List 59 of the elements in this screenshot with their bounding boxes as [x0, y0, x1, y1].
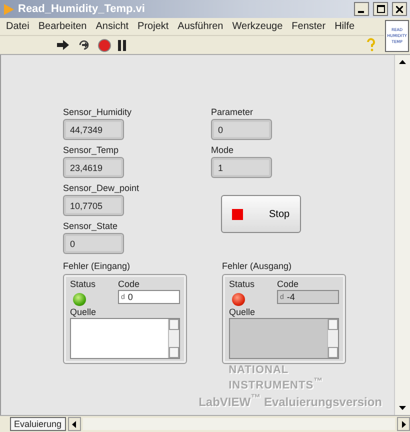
menu-item[interactable]: Bearbeiten	[38, 21, 87, 32]
stop-button[interactable]: Stop	[221, 195, 301, 233]
down-arrow-icon	[399, 406, 406, 410]
watermark-text: INSTRUMENTS$^{™}$	[228, 376, 324, 392]
minimize-button[interactable]	[354, 2, 369, 16]
numeric-indicator: 44,7349	[64, 120, 123, 139]
run-continuously-icon[interactable]	[77, 38, 91, 52]
numeric-indicator: 23,4619	[64, 158, 123, 177]
indicator-label: Sensor_Humidity	[63, 107, 133, 118]
left-arrow-icon	[72, 420, 76, 428]
app-logo-icon	[3, 4, 14, 14]
cluster-label: Fehler (Ausgang)	[222, 261, 293, 272]
run-arrow-icon[interactable]	[56, 39, 70, 51]
menu-item[interactable]: Fenster	[292, 21, 326, 32]
indicator-label: Sensor_State	[63, 221, 119, 232]
menu-item[interactable]: Werkzeuge	[232, 21, 283, 32]
indicator-label: Sensor_Dew_point	[63, 183, 140, 194]
status-led[interactable]	[73, 293, 86, 306]
code-value: 0	[128, 292, 133, 302]
code-label: Code	[118, 279, 141, 288]
stop-square-icon	[232, 208, 243, 220]
abort-icon[interactable]	[98, 38, 111, 52]
status-label: Status	[70, 279, 97, 288]
maximize-button[interactable]	[373, 2, 388, 16]
right-arrow-icon	[402, 420, 406, 428]
watermark-text: NATIONAL	[228, 365, 289, 376]
menu-item[interactable]: Ausführen	[178, 21, 224, 32]
indicator-label: Sensor_Temp	[63, 145, 120, 156]
watermark-text: LabVIEW$^{™}$ Evaluierungsversion	[198, 392, 382, 409]
numeric-indicator: 10,7705	[64, 196, 123, 215]
code-label: Code	[277, 279, 300, 288]
menu-item[interactable]: Ansicht	[96, 21, 129, 32]
scroll-left-button[interactable]	[68, 417, 81, 431]
maximize-icon	[376, 5, 384, 13]
source-label: Quelle	[229, 307, 256, 316]
menu-item[interactable]: Hilfe	[334, 21, 355, 32]
code-value: -4	[286, 292, 295, 302]
bottom-tab[interactable]: Evaluierung	[10, 417, 66, 431]
scrollbar[interactable]	[168, 319, 179, 358]
status-label: Status	[229, 279, 256, 288]
vertical-scrollbar[interactable]	[394, 55, 410, 415]
indicator-label: Parameter	[211, 107, 254, 118]
menu-item[interactable]: Datei	[6, 21, 30, 32]
source-label: Quelle	[70, 307, 98, 316]
source-field[interactable]	[70, 318, 180, 359]
numeric-indicator: 0	[64, 234, 123, 253]
close-icon	[396, 6, 403, 12]
numeric-indicator: 0	[212, 120, 271, 139]
window-title: Read_Humidity_Temp.vi	[18, 3, 146, 15]
scroll-right-button[interactable]	[397, 417, 410, 431]
horizontal-scrollbar[interactable]	[82, 418, 395, 430]
up-arrow-icon	[399, 60, 406, 64]
pause-icon[interactable]	[118, 40, 127, 50]
close-button[interactable]	[392, 2, 407, 16]
indicator-label: Mode	[211, 145, 235, 156]
menu-item[interactable]: Projekt	[138, 21, 169, 32]
numeric-indicator: 1	[212, 158, 271, 177]
scrollbar[interactable]	[327, 319, 338, 358]
cluster-label: Fehler (Eingang)	[63, 261, 132, 272]
